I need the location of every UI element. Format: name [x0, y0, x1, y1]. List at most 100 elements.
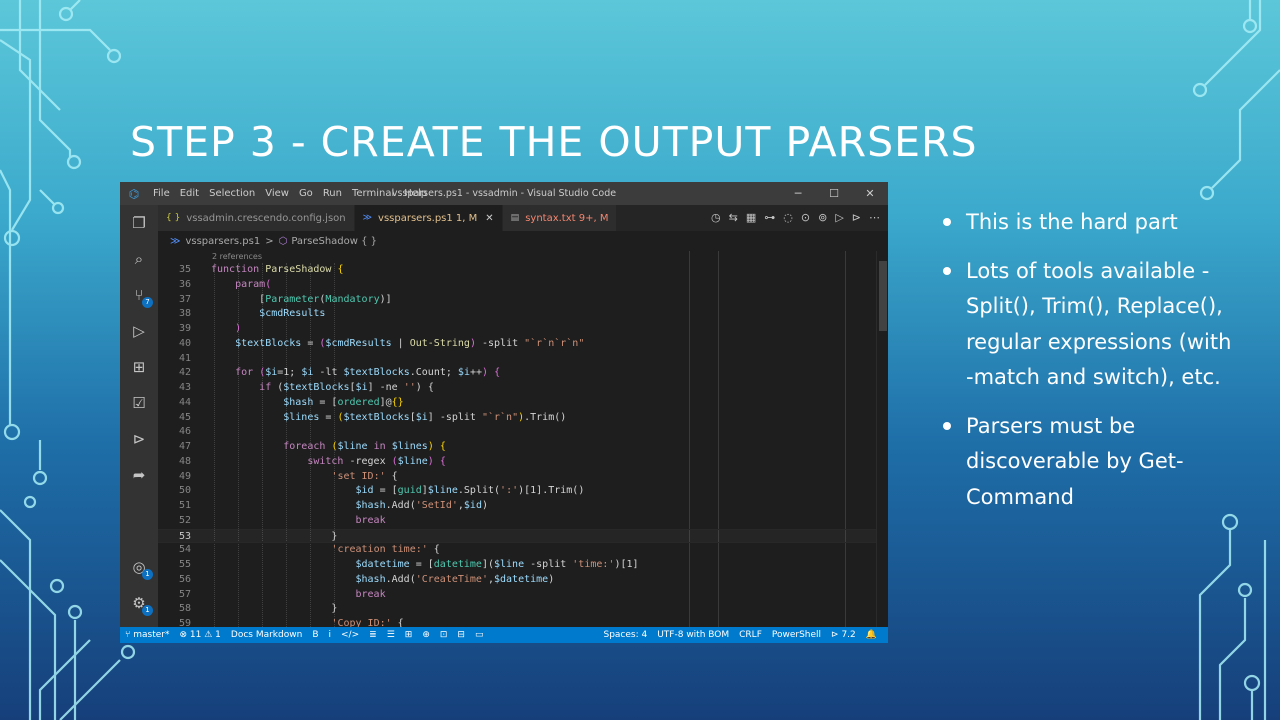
eol-status[interactable]: CRLF — [734, 630, 767, 640]
open-changes-icon[interactable]: ▦ — [746, 211, 756, 224]
code-line[interactable]: 47 foreach ($line in $lines) { — [158, 440, 888, 455]
explorer-icon[interactable]: ❐ — [129, 213, 149, 233]
code-line[interactable]: 54 'creation time:' { — [158, 543, 888, 558]
code-line[interactable]: 36 param( — [158, 278, 888, 293]
minimize-button[interactable]: ─ — [780, 182, 816, 205]
line-number: 48 — [178, 455, 191, 467]
menu-run[interactable]: Run — [318, 188, 347, 199]
close-tab-icon[interactable]: ✕ — [485, 213, 493, 224]
tab-vssparsers[interactable]: ≫ vssparsers.ps1 1, M ✕ — [354, 205, 503, 231]
breadcrumb-file[interactable]: vssparsers.ps1 — [185, 236, 260, 247]
docs-markdown-status[interactable]: Docs Markdown — [226, 630, 307, 640]
search-icon[interactable]: ⌕ — [129, 249, 149, 269]
code-line[interactable]: 40 $textBlocks = ($cmdResults | Out-Stri… — [158, 337, 888, 352]
more-actions-icon[interactable]: ⋯ — [869, 211, 880, 224]
md-include-button[interactable]: ⊟ — [452, 630, 470, 640]
tab-syntax-txt[interactable]: ▤ syntax.txt 9+, M — [502, 205, 618, 231]
code-line[interactable]: 52 break — [158, 514, 888, 529]
code-line[interactable]: 46 — [158, 425, 888, 440]
remote-icon[interactable]: ➦ — [129, 465, 149, 485]
md-link-button[interactable]: ⊕ — [417, 630, 435, 640]
run-icon[interactable]: ▷ — [835, 211, 843, 224]
code-line[interactable]: 51 $hash.Add('SetId',$id) — [158, 499, 888, 514]
code-text: 'creation time:' { — [331, 544, 440, 556]
scrollbar-thumb[interactable] — [879, 261, 887, 331]
status-bar: ⑂ master* ⊗ 11 ⚠ 1 Docs Markdown B i </>… — [120, 627, 888, 643]
notifications-bell-icon[interactable]: 🔔 — [861, 630, 882, 640]
code-editor[interactable]: 2 references 35 function ParseShadow {36 … — [158, 251, 888, 627]
code-line[interactable]: 35 function ParseShadow { — [158, 263, 888, 278]
source-control-icon[interactable]: ⑂ 7 — [129, 285, 153, 308]
git-commit-icon[interactable]: ⊶ — [764, 211, 775, 224]
toggle-icon[interactable]: ⊚ — [818, 211, 827, 224]
menu-file[interactable]: File — [148, 188, 175, 199]
activity-bar: ❐ ⌕ ⑂ 7 ▷ ⊞ ☑ ⊳ ➦ ◎ 1 ⚙ 1 — [120, 205, 158, 627]
breadcrumb-symbol[interactable]: ParseShadow { } — [291, 236, 377, 247]
menu-go[interactable]: Go — [294, 188, 318, 199]
branch-status[interactable]: ⑂ master* — [120, 630, 175, 640]
code-lens-references[interactable]: 2 references — [212, 252, 262, 261]
timeline-icon[interactable]: ◷ — [711, 211, 721, 224]
vscode-logo-icon[interactable]: ⌬ — [120, 187, 148, 201]
code-line[interactable]: 50 $id = [guid]$line.Split(':')[1].Trim(… — [158, 484, 888, 499]
code-line[interactable]: 56 $hash.Add('CreateTime',$datetime) — [158, 573, 888, 588]
code-line[interactable]: 42 for ($i=1; $i -lt $textBlocks.Count; … — [158, 366, 888, 381]
run-debug-icon[interactable]: ▷ — [129, 321, 149, 341]
testing-icon[interactable]: ☑ — [129, 393, 149, 413]
code-line[interactable]: 39 ) — [158, 322, 888, 337]
close-window-button[interactable]: ✕ — [852, 182, 888, 205]
md-italic-button[interactable]: i — [324, 630, 337, 640]
menu-help[interactable]: Help — [399, 188, 432, 199]
split-editor-icon[interactable]: ⊳ — [852, 211, 861, 224]
code-line[interactable]: 53 } — [158, 528, 888, 544]
code-line[interactable]: 43 if ($textBlocks[$i] -ne '') { — [158, 381, 888, 396]
code-line[interactable]: 58 } — [158, 602, 888, 617]
compare-icon[interactable]: ⇆ — [729, 211, 738, 224]
settings-gear-icon[interactable]: ⚙ 1 — [129, 593, 153, 616]
language-mode-status[interactable]: PowerShell — [767, 630, 826, 640]
code-line[interactable]: 48 switch -regex ($line) { — [158, 455, 888, 470]
menu-edit[interactable]: Edit — [175, 188, 204, 199]
code-text: $lines = ($textBlocks[$i] -split "`r`n")… — [283, 411, 567, 423]
code-line[interactable]: 57 break — [158, 588, 888, 603]
powershell-icon[interactable]: ⊳ — [129, 429, 149, 449]
encoding-status[interactable]: UTF-8 with BOM — [652, 630, 734, 640]
indentation-status[interactable]: Spaces: 4 — [598, 630, 652, 640]
line-number: 58 — [178, 603, 191, 615]
md-preview-button[interactable]: ▭ — [470, 630, 489, 640]
extensions-icon[interactable]: ⊞ — [129, 357, 149, 377]
md-code-button[interactable]: </> — [336, 630, 364, 640]
problems-status[interactable]: ⊗ 11 ⚠ 1 — [175, 630, 226, 640]
code-line[interactable]: 41 — [158, 352, 888, 367]
menu-view[interactable]: View — [260, 188, 294, 199]
code-line[interactable]: 59 'Copy ID:' { — [158, 617, 888, 627]
code-line[interactable]: 45 $lines = ($textBlocks[$i] -split "`r`… — [158, 411, 888, 426]
line-number: 41 — [178, 352, 191, 364]
md-list-button[interactable]: ≣ — [364, 630, 382, 640]
code-text: ) — [235, 323, 242, 334]
line-number: 56 — [178, 573, 191, 585]
previous-change-icon[interactable]: ◌ — [783, 211, 793, 224]
code-line[interactable]: 49 'set ID:' { — [158, 470, 888, 485]
md-bold-button[interactable]: B — [307, 630, 323, 640]
line-number: 35 — [178, 264, 191, 275]
accounts-icon[interactable]: ◎ 1 — [129, 557, 153, 580]
branch-name: master* — [133, 630, 170, 640]
code-line[interactable]: 44 $hash = [ordered]@{} — [158, 396, 888, 411]
maximize-button[interactable]: ☐ — [816, 182, 852, 205]
code-text: foreach ($line in $lines) { — [283, 441, 446, 452]
tab-config-json[interactable]: { } vssadmin.crescendo.config.json — [158, 205, 355, 231]
code-line[interactable]: 55 $datetime = [datetime]($line -split '… — [158, 558, 888, 573]
md-table-button[interactable]: ⊞ — [400, 630, 418, 640]
md-image-button[interactable]: ⊡ — [435, 630, 453, 640]
next-change-icon[interactable]: ⊙ — [801, 211, 810, 224]
menu-selection[interactable]: Selection — [204, 188, 260, 199]
line-number: 49 — [178, 470, 191, 482]
editor-scrollbar[interactable] — [876, 251, 888, 627]
code-line[interactable]: 37 [Parameter(Mandatory)] — [158, 293, 888, 308]
powershell-version-status[interactable]: ⊳ 7.2 — [826, 630, 861, 640]
code-line[interactable]: 38 $cmdResults — [158, 307, 888, 322]
menu-terminal[interactable]: Terminal — [347, 188, 399, 199]
md-numbered-list-button[interactable]: ☰ — [382, 630, 400, 640]
source-control-badge: 7 — [142, 297, 153, 308]
